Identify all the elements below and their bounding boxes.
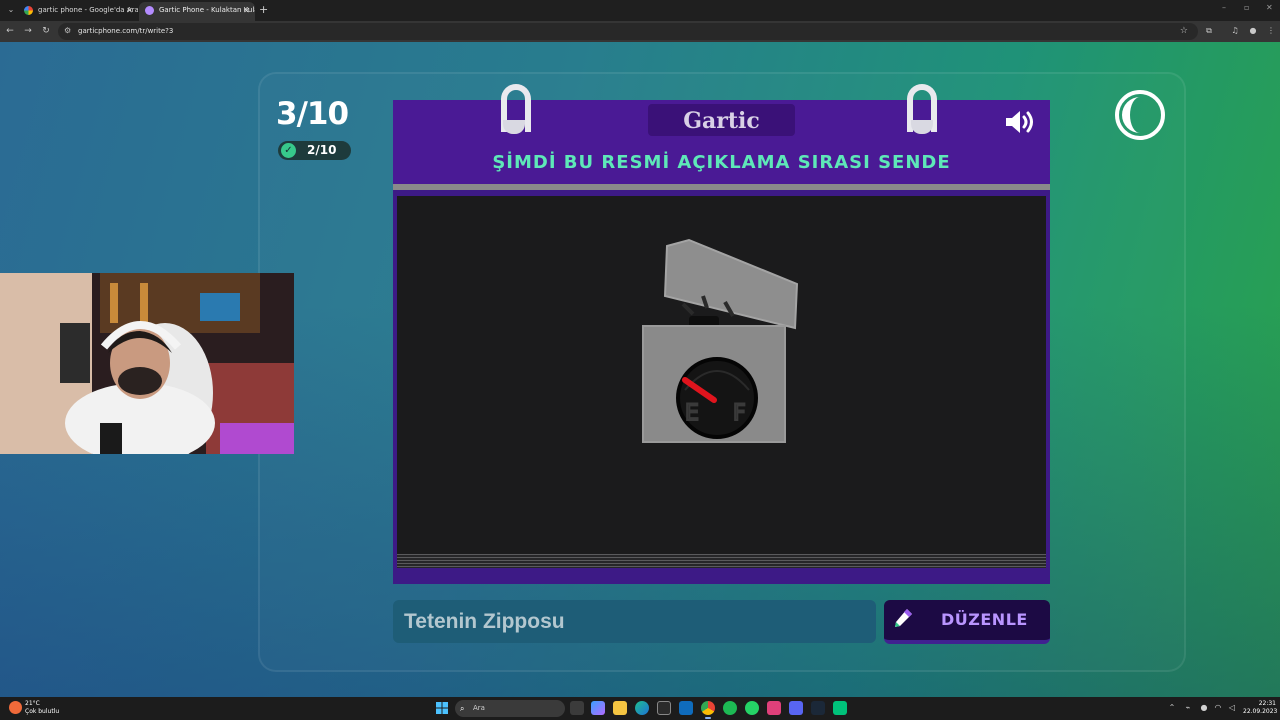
wifi-icon[interactable]: ◠ bbox=[1213, 703, 1223, 713]
tray-network-icon[interactable]: ⌁ bbox=[1183, 703, 1193, 713]
answer-input-value: Tetenin Zipposu bbox=[404, 610, 565, 633]
tab-search-icon[interactable]: ⌄ bbox=[5, 4, 17, 16]
url-text: garticphone.com/tr/write?3 bbox=[78, 27, 174, 35]
close-tab-icon[interactable]: ✕ bbox=[126, 2, 133, 19]
tab-google-search[interactable]: gartic phone - Google'da Ara ✕ bbox=[18, 2, 138, 21]
gauge-letter-e: E bbox=[685, 401, 699, 426]
outlook-icon[interactable] bbox=[679, 701, 693, 715]
edit-button-label: DÜZENLE bbox=[941, 610, 1028, 629]
round-counter: 3/10 bbox=[276, 96, 349, 132]
weather-widget[interactable]: 21°C Çok bulutlu bbox=[9, 700, 69, 717]
reload-icon[interactable]: ↻ bbox=[39, 24, 53, 38]
windows-taskbar: 21°C Çok bulutlu ⌕ Ara ⌃ ⌁ ● ◠ ◁ 22:31 2… bbox=[0, 697, 1280, 720]
tray-overflow-icon[interactable]: ⌃ bbox=[1167, 703, 1177, 713]
media-controls-icon[interactable]: ♫ bbox=[1229, 25, 1241, 37]
notebook-pages-edge bbox=[397, 554, 1046, 568]
browser-toolbar: ← → ↻ ⚙ garticphone.com/tr/write?3 ☆ ⧉ ♫… bbox=[0, 21, 1280, 42]
speaker-icon bbox=[1006, 111, 1033, 133]
tab-title: Gartic Phone - Kulaktan Kulağa bbox=[159, 6, 255, 14]
app-icon[interactable] bbox=[833, 701, 847, 715]
profile-avatar-icon[interactable]: ● bbox=[1247, 25, 1259, 37]
tab-gartic-phone[interactable]: Gartic Phone - Kulaktan Kulağa ✕ bbox=[139, 2, 255, 21]
check-icon: ✓ bbox=[281, 143, 296, 158]
steam-icon[interactable] bbox=[811, 701, 825, 715]
restore-icon[interactable]: ▫ bbox=[1244, 3, 1249, 12]
pencil-icon bbox=[895, 609, 912, 627]
instagram-icon[interactable] bbox=[767, 701, 781, 715]
window-close-icon[interactable]: ✕ bbox=[1266, 3, 1273, 12]
gartic-favicon-icon bbox=[145, 6, 154, 15]
forward-icon[interactable]: → bbox=[21, 24, 35, 38]
volume-icon[interactable]: ◁ bbox=[1227, 703, 1237, 713]
microphone-icon[interactable]: ● bbox=[1199, 703, 1209, 713]
half-moon-icon bbox=[1115, 90, 1165, 140]
address-bar[interactable]: ⚙ garticphone.com/tr/write?3 ☆ bbox=[58, 23, 1198, 40]
google-favicon-icon bbox=[24, 6, 33, 15]
discord-icon[interactable] bbox=[789, 701, 803, 715]
spotify-icon[interactable] bbox=[723, 701, 737, 715]
streamer-webcam-image bbox=[0, 273, 294, 454]
theme-toggle-button[interactable] bbox=[1114, 89, 1166, 141]
weather-condition: Çok bulutlu bbox=[25, 708, 60, 715]
site-info-icon[interactable]: ⚙ bbox=[64, 26, 74, 36]
weather-icon bbox=[9, 701, 22, 714]
prompt-heading: ŞİMDİ BU RESMİ AÇIKLAMA SIRASI SENDE bbox=[492, 152, 951, 173]
players-done-badge: ✓ 2/10 bbox=[278, 141, 351, 160]
extensions-icon[interactable]: ⧉ bbox=[1203, 25, 1215, 37]
chrome-icon[interactable] bbox=[701, 701, 715, 719]
answer-input[interactable]: Tetenin Zipposu bbox=[393, 600, 876, 643]
taskbar-clock[interactable]: 22:31 22.09.2023 bbox=[1243, 700, 1278, 716]
browser-tab-strip: ⌄ gartic phone - Google'da Ara ✕ Gartic … bbox=[0, 0, 1280, 21]
bookmark-star-icon[interactable]: ☆ bbox=[1180, 23, 1188, 40]
taskbar-search[interactable]: ⌕ Ara bbox=[455, 700, 565, 717]
gauge-letter-f: F bbox=[733, 401, 746, 426]
lighter-with-fuel-gauge-drawing: E F bbox=[642, 238, 799, 443]
taskbar-search-placeholder: Ara bbox=[473, 704, 485, 712]
edit-button[interactable]: DÜZENLE bbox=[884, 600, 1050, 644]
gartic-logo: Gartic bbox=[683, 108, 760, 134]
logo-plate: Gartic bbox=[648, 104, 795, 136]
tab-title: gartic phone - Google'da Ara bbox=[38, 6, 138, 14]
notebook-bottom bbox=[393, 568, 1050, 584]
whatsapp-icon[interactable] bbox=[745, 701, 759, 715]
players-done-count: 2/10 bbox=[307, 143, 337, 157]
windows-start-icon[interactable] bbox=[436, 702, 448, 714]
close-tab-icon[interactable]: ✕ bbox=[243, 2, 250, 19]
weather-temperature: 21°C bbox=[25, 700, 40, 707]
file-explorer-icon[interactable] bbox=[613, 701, 627, 715]
store-icon[interactable] bbox=[657, 701, 671, 715]
clock-date: 22.09.2023 bbox=[1243, 708, 1278, 715]
copilot-icon[interactable] bbox=[591, 701, 605, 715]
new-tab-icon[interactable]: + bbox=[259, 2, 268, 18]
notebook-card: Gartic ŞİMDİ BU RESMİ AÇIKLAMA SIRASI SE… bbox=[393, 84, 1050, 584]
back-icon[interactable]: ← bbox=[3, 24, 17, 38]
browser-menu-icon[interactable]: ⋮ bbox=[1265, 25, 1277, 37]
webcam-overlay bbox=[0, 273, 294, 454]
clock-time: 22:31 bbox=[1258, 700, 1276, 707]
task-view-icon[interactable] bbox=[570, 701, 584, 715]
search-icon: ⌕ bbox=[460, 704, 465, 713]
sound-toggle-button[interactable] bbox=[1003, 108, 1039, 136]
drawing-canvas: E F bbox=[397, 196, 1046, 554]
edge-icon[interactable] bbox=[635, 701, 649, 715]
minimize-icon[interactable]: – bbox=[1222, 3, 1226, 12]
notebook-header: Gartic ŞİMDİ BU RESMİ AÇIKLAMA SIRASI SE… bbox=[393, 100, 1050, 190]
